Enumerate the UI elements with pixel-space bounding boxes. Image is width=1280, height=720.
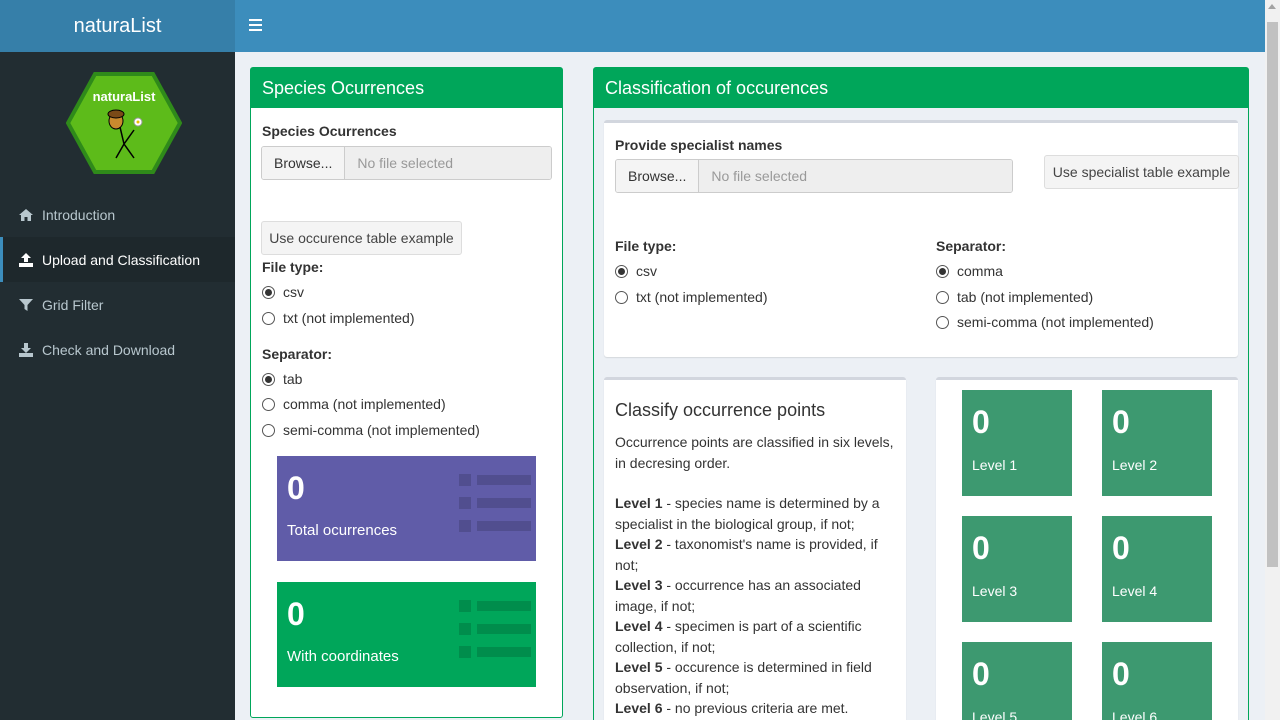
scrollbar-thumb[interactable] [1267, 22, 1278, 567]
brand-logo[interactable]: naturaList [0, 0, 235, 52]
total-occurrences-value: 0 [287, 470, 305, 506]
logo-text: naturaList [93, 89, 157, 104]
page-scrollbar[interactable] [1265, 0, 1280, 720]
species-occurrences-box: Species Ocurrences Species Ocurrences Br… [250, 67, 563, 718]
occurrence-file-label: Species Ocurrences [262, 123, 397, 139]
level-desc-6: Level 6 - no previous criteria are met. [615, 700, 849, 716]
sidebar-item-label: Grid Filter [42, 296, 104, 313]
level-desc-3: Level 3 - occurrence has an associated i… [615, 577, 861, 614]
level-6-box: 0 Level 6 [1102, 642, 1212, 720]
file-name-display: No file selected [699, 160, 1012, 192]
radio-separator-semicomma[interactable]: semi-comma (not implemented) [936, 314, 1154, 330]
box-title: Classification of occurences [594, 68, 1248, 108]
separator-label: Separator: [936, 238, 1007, 254]
classification-box: Classification of occurences Provide spe… [593, 67, 1249, 720]
radio-filetype-txt[interactable]: txt (not implemented) [262, 310, 415, 326]
classify-intro: Occurrence points are classified in six … [615, 434, 894, 471]
sidebar-item-label: Upload and Classification [42, 251, 200, 268]
specialist-panel: Provide specialist names Browse... No fi… [604, 120, 1239, 357]
level-desc-2: Level 2 - taxonomist's name is provided,… [615, 536, 878, 573]
specialist-file-label: Provide specialist names [615, 137, 783, 153]
radio-filetype-csv[interactable]: csv [262, 284, 304, 300]
sidebar-item-label: Introduction [42, 206, 116, 223]
sidebar-item-upload-and-classification[interactable]: Upload and Classification [0, 237, 235, 282]
with-coordinates-label: With coordinates [287, 648, 399, 665]
level-5-box: 0 Level 5 [962, 642, 1072, 720]
radio-filetype-csv[interactable]: csv [615, 263, 657, 279]
total-occurrences-label: Total ocurrences [287, 522, 398, 539]
sidebar: naturaList Introduction Upload and Class… [0, 52, 235, 720]
filter-icon [19, 298, 33, 311]
level-desc-5: Level 5 - occurence is determined in fie… [615, 659, 872, 696]
radio-filetype-txt[interactable]: txt (not implemented) [615, 289, 768, 305]
download-icon [19, 342, 33, 357]
box-title: Species Ocurrences [251, 68, 562, 108]
level-counts-panel: 0 Level 1 0 Level 2 0 Level 3 0 Level 4 0 Lev… [936, 377, 1238, 720]
level-3-box: 0 Level 3 [962, 516, 1072, 622]
total-occurrences-box: 0 Total ocurrences [277, 456, 536, 561]
radio-separator-comma[interactable]: comma [936, 263, 1003, 279]
sidebar-toggle-icon[interactable] [249, 16, 263, 36]
with-coordinates-value: 0 [287, 596, 305, 632]
use-specialist-example-button[interactable]: Use specialist table example [1044, 155, 1239, 189]
sidebar-item-grid-filter[interactable]: Grid Filter [0, 282, 235, 327]
browse-button[interactable]: Browse... [616, 160, 700, 192]
level-1-box: 0 Level 1 [962, 390, 1072, 496]
level-descriptions: Level 1 - species name is determined by … [615, 493, 900, 719]
radio-separator-comma[interactable]: comma (not implemented) [262, 396, 446, 412]
file-type-label: File type: [615, 238, 677, 254]
browse-button[interactable]: Browse... [262, 147, 346, 179]
sidebar-item-label: Check and Download [42, 341, 176, 358]
top-navbar [235, 0, 1265, 52]
brand-title: naturaList [73, 14, 162, 37]
classify-title: Classify occurrence points [615, 400, 826, 420]
level-desc-1: Level 1 - species name is determined by … [615, 495, 880, 532]
occurrence-file-input[interactable]: Browse... No file selected [261, 146, 552, 180]
classify-description-panel: Classify occurrence points Occurrence po… [604, 377, 906, 720]
level-4-box: 0 Level 4 [1102, 516, 1212, 622]
file-name-display: No file selected [345, 147, 551, 179]
sidebar-item-check-and-download[interactable]: Check and Download [0, 327, 235, 372]
radio-separator-tab[interactable]: tab (not implemented) [936, 289, 1093, 305]
file-type-label: File type: [262, 259, 324, 275]
level-desc-4: Level 4 - specimen is part of a scientif… [615, 618, 862, 655]
naturalist-hex-logo: naturaList [66, 72, 182, 174]
radio-separator-tab[interactable]: tab [262, 371, 302, 387]
use-occurrence-example-button[interactable]: Use occurence table example [261, 221, 462, 255]
specialist-file-input[interactable]: Browse... No file selected [615, 159, 1013, 193]
level-2-box: 0 Level 2 [1102, 390, 1212, 496]
scroll-up-arrow-icon[interactable] [1268, 4, 1276, 9]
radio-separator-semicomma[interactable]: semi-comma (not implemented) [262, 422, 480, 438]
separator-label: Separator: [262, 346, 333, 362]
with-coordinates-box: 0 With coordinates [277, 582, 536, 687]
sidebar-item-introduction[interactable]: Introduction [0, 192, 235, 237]
home-icon [19, 208, 33, 221]
upload-icon [19, 252, 33, 267]
